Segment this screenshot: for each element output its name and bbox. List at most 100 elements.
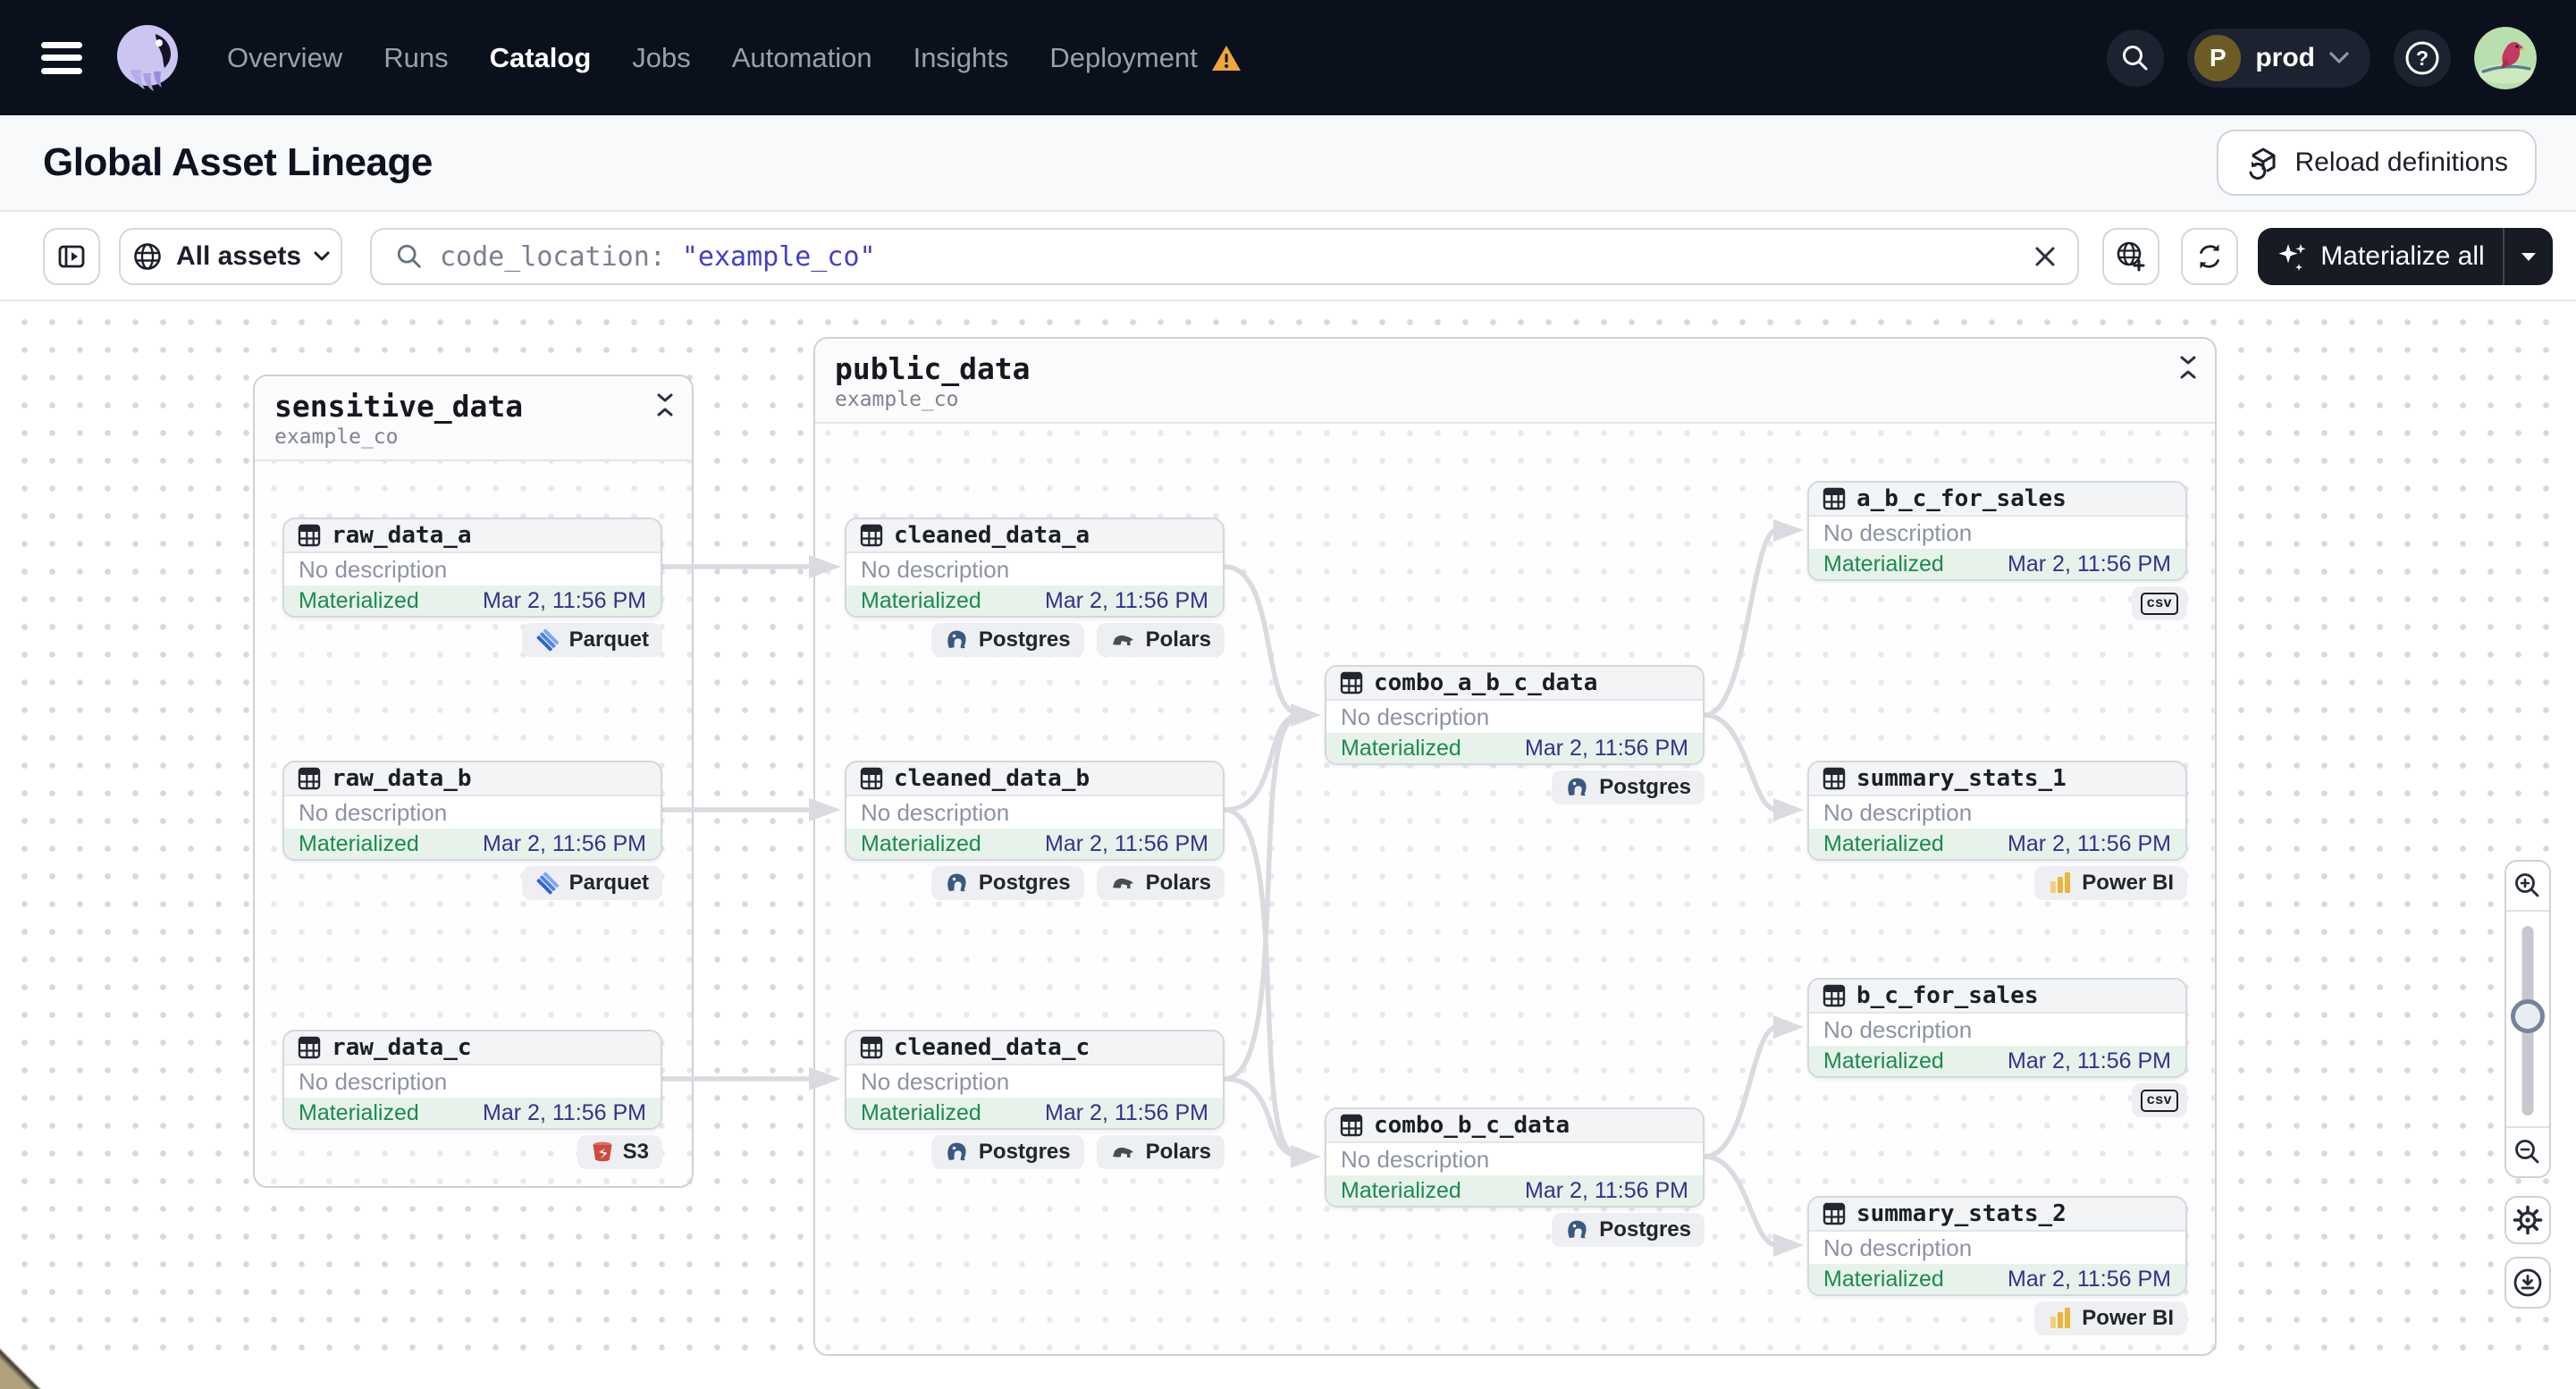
kind-tag-s3[interactable]: S3 <box>577 1135 662 1169</box>
menu-icon[interactable] <box>41 41 82 74</box>
kind-tag-powerbi[interactable]: Power BI <box>2034 866 2187 900</box>
environment-switcher[interactable]: P prod <box>2187 28 2370 88</box>
materialize-all-split-button: Materialize all <box>2258 228 2553 285</box>
asset-scope-dropdown[interactable]: All assets <box>119 228 342 285</box>
user-avatar[interactable] <box>2474 26 2537 89</box>
materialization-timestamp[interactable]: Mar 2, 11:56 PM <box>1045 1100 1208 1126</box>
asset-node-raw_data_c[interactable]: raw_data_c No description Materialized M… <box>282 1030 662 1130</box>
asset-node-cleaned_data_b[interactable]: cleaned_data_b No description Materializ… <box>845 761 1225 861</box>
download-graph-button[interactable] <box>2504 1257 2551 1309</box>
collapse-group-button[interactable] <box>2176 353 2201 382</box>
asset-node-a_b_c_for_sales[interactable]: a_b_c_for_sales No description Materiali… <box>1807 481 2187 581</box>
asset-description: No description <box>861 1067 1010 1095</box>
asset-search-input[interactable]: code_location: "example_co" <box>370 228 2079 285</box>
materialize-options-button[interactable] <box>2504 228 2553 285</box>
table-icon <box>298 524 321 547</box>
globe-add-icon <box>2117 241 2145 272</box>
asset-name: summary_stats_2 <box>1856 1200 2067 1227</box>
materialize-all-button[interactable]: Materialize all <box>2258 228 2503 285</box>
kind-tag-polars[interactable]: Polars <box>1096 866 1225 900</box>
status-badge: Materialized <box>1341 735 1461 761</box>
nav-item-runs[interactable]: Runs <box>383 42 448 74</box>
materialization-timestamp[interactable]: Mar 2, 11:56 PM <box>2008 1048 2171 1074</box>
postgres-icon <box>1568 778 1587 796</box>
materialization-timestamp[interactable]: Mar 2, 11:56 PM <box>483 588 646 614</box>
asset-node-summary_stats_1[interactable]: summary_stats_1 No description Materiali… <box>1807 761 2187 861</box>
asset-node-b_c_for_sales[interactable]: b_c_for_sales No description Materialize… <box>1807 978 2187 1078</box>
materialization-timestamp[interactable]: Mar 2, 11:56 PM <box>2008 1267 2171 1292</box>
powerbi-icon <box>2050 872 2071 893</box>
gear-icon <box>2513 1205 2543 1235</box>
materialization-timestamp[interactable]: Mar 2, 11:56 PM <box>2008 831 2171 857</box>
asset-node-summary_stats_2[interactable]: summary_stats_2 No description Materiali… <box>1807 1196 2187 1296</box>
materialization-timestamp[interactable]: Mar 2, 11:56 PM <box>1045 588 1208 614</box>
canvas-corner-decoration <box>0 1348 41 1389</box>
clear-search-button[interactable] <box>2033 244 2058 269</box>
chevron-down-icon <box>314 251 330 261</box>
toggle-sidebar-button[interactable] <box>43 228 100 285</box>
zoom-slider-thumb[interactable] <box>2511 999 2545 1033</box>
asset-node-raw_data_a[interactable]: raw_data_a No description Materialized M… <box>282 518 662 618</box>
kind-tag-polars[interactable]: Polars <box>1096 1135 1225 1169</box>
kind-tag-postgres[interactable]: Postgres <box>1552 1213 1705 1247</box>
dagster-logo-icon[interactable] <box>109 20 186 97</box>
nav-item-deployment[interactable]: Deployment <box>1049 42 1197 74</box>
group-header[interactable]: sensitive_data example_co <box>255 376 692 461</box>
kind-tag-powerbi[interactable]: Power BI <box>2034 1301 2187 1335</box>
page-header: Global Asset Lineage Reload definitions <box>0 115 2576 212</box>
table-icon <box>860 524 883 547</box>
materialization-timestamp[interactable]: Mar 2, 11:56 PM <box>483 831 646 857</box>
materialization-timestamp[interactable]: Mar 2, 11:56 PM <box>1525 736 1688 762</box>
nav-item-insights[interactable]: Insights <box>913 42 1009 74</box>
refresh-graph-button[interactable] <box>2181 228 2238 285</box>
sparkles-icon <box>2278 244 2306 271</box>
kind-tag-postgres[interactable]: Postgres <box>1552 770 1705 804</box>
collapse-group-button[interactable] <box>652 391 678 419</box>
kind-tag-csv[interactable]: csv <box>2131 586 2187 620</box>
parquet-icon <box>536 871 559 895</box>
status-badge: Materialized <box>1823 551 1944 577</box>
kind-tag-postgres[interactable]: Postgres <box>930 623 1084 657</box>
s3-bucket-icon <box>593 1141 612 1162</box>
kind-tag-parquet[interactable]: Parquet <box>521 623 662 657</box>
parquet-icon <box>536 628 559 652</box>
asset-node-cleaned_data_a[interactable]: cleaned_data_a No description Materializ… <box>845 518 1225 618</box>
asset-description: No description <box>1823 798 1973 826</box>
reload-definitions-button[interactable]: Reload definitions <box>2216 130 2537 196</box>
nav-item-catalog[interactable]: Catalog <box>490 42 592 74</box>
materialization-timestamp[interactable]: Mar 2, 11:56 PM <box>1525 1178 1688 1204</box>
status-badge: Materialized <box>1823 830 1944 856</box>
table-icon <box>298 767 321 790</box>
kind-tag-csv[interactable]: csv <box>2131 1083 2187 1117</box>
asset-node-combo_a_b_c_data[interactable]: combo_a_b_c_data No description Material… <box>1325 665 1705 765</box>
kind-tag-postgres[interactable]: Postgres <box>930 866 1084 900</box>
kind-tag-postgres[interactable]: Postgres <box>930 1135 1084 1169</box>
kind-tag-polars[interactable]: Polars <box>1096 623 1225 657</box>
materialization-timestamp[interactable]: Mar 2, 11:56 PM <box>1045 831 1208 857</box>
table-icon <box>1823 767 1846 790</box>
asset-node-combo_b_c_data[interactable]: combo_b_c_data No description Materializ… <box>1325 1107 1705 1208</box>
nav-item-jobs[interactable]: Jobs <box>632 42 690 74</box>
status-badge: Materialized <box>1341 1177 1461 1203</box>
nav-item-overview[interactable]: Overview <box>227 42 342 74</box>
asset-name: combo_a_b_c_data <box>1374 669 1598 696</box>
group-code-location: example_co <box>274 425 399 449</box>
materialization-timestamp[interactable]: Mar 2, 11:56 PM <box>483 1100 646 1126</box>
help-button[interactable]: ? <box>2394 29 2451 87</box>
nav-item-automation[interactable]: Automation <box>732 42 872 74</box>
group-header[interactable]: public_data example_co <box>815 339 2215 424</box>
materialization-timestamp[interactable]: Mar 2, 11:56 PM <box>2008 551 2171 577</box>
filter-code-location-button[interactable] <box>2102 228 2159 285</box>
zoom-in-button[interactable] <box>2506 862 2549 910</box>
nav-items: Overview Runs Catalog Jobs Automation In… <box>227 42 1284 74</box>
asset-name: cleaned_data_c <box>894 1034 1090 1061</box>
asset-node-cleaned_data_c[interactable]: cleaned_data_c No description Materializ… <box>845 1030 1225 1130</box>
asset-description: No description <box>299 798 448 826</box>
graph-settings-button[interactable] <box>2504 1196 2551 1244</box>
global-search-button[interactable] <box>2107 29 2165 87</box>
reload-definitions-label: Reload definitions <box>2294 147 2509 177</box>
zoom-out-button[interactable] <box>2506 1128 2549 1176</box>
asset-node-raw_data_b[interactable]: raw_data_b No description Materialized M… <box>282 761 662 861</box>
status-badge: Materialized <box>1823 1048 1944 1073</box>
kind-tag-parquet[interactable]: Parquet <box>521 866 662 900</box>
